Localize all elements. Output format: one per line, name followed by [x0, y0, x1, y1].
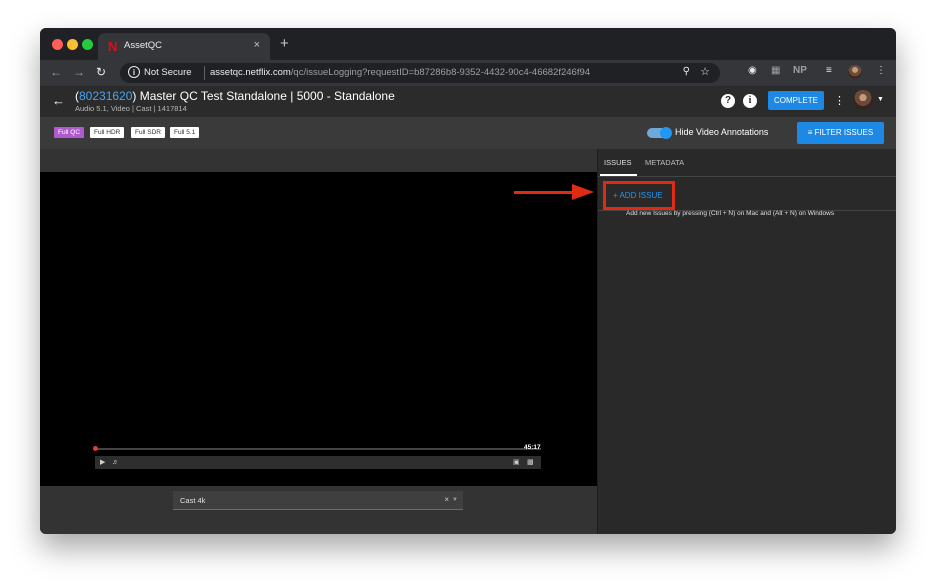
volume-icon[interactable]: ♬: [112, 458, 119, 467]
help-icon[interactable]: ?: [721, 94, 735, 108]
annotation-arrow-head: [572, 184, 594, 200]
chip-full-qc[interactable]: Full QC: [54, 127, 85, 138]
panel-divider: [598, 176, 896, 177]
new-tab-button[interactable]: +: [280, 35, 289, 52]
fullscreen-icon[interactable]: ▩: [527, 458, 534, 467]
chip-full-hdr[interactable]: Full HDR: [90, 127, 125, 138]
minimize-window-button[interactable]: [67, 39, 78, 50]
info-icon[interactable]: i: [128, 66, 140, 78]
shortcut-hint: Add new Issues by pressing (Ctrl + N) on…: [626, 210, 835, 217]
back-icon[interactable]: ←: [50, 65, 62, 79]
player-controls: ▶ ♬ ▣ ▩: [95, 456, 541, 469]
netflix-logo-icon: N: [108, 39, 118, 54]
movie-id-link[interactable]: 80231620: [79, 89, 132, 103]
url-path: /qc/issueLogging?requestID=b87286b8-9352…: [290, 67, 591, 78]
filter-issues-label: FILTER ISSUES: [814, 128, 874, 137]
browser-window: N AssetQC × + ← → ↻ i Not Secure assetqc…: [40, 28, 896, 534]
user-avatar[interactable]: [853, 90, 873, 110]
more-options-icon[interactable]: ⋮: [834, 94, 845, 107]
forward-icon[interactable]: →: [73, 65, 85, 79]
toggle-knob: [660, 127, 672, 139]
add-issue-label: + ADD ISSUE: [613, 191, 663, 200]
progress-track[interactable]: [93, 446, 541, 451]
tab-issues[interactable]: ISSUES: [604, 158, 632, 167]
app-header: ← (80231620) Master QC Test Standalone |…: [40, 86, 896, 117]
browser-tab-strip: N AssetQC × +: [40, 28, 896, 60]
complete-button[interactable]: COMPLETE: [768, 91, 824, 110]
video-top-bar: [40, 149, 597, 172]
chip-full-sdr[interactable]: Full SDR: [131, 127, 166, 138]
filter-icon: ≡: [807, 128, 815, 137]
page-subtitle: Audio 5.1, Video | Cast | 1417814: [75, 104, 187, 113]
browser-tab[interactable]: N AssetQC ×: [98, 33, 270, 60]
close-tab-icon[interactable]: ×: [254, 39, 260, 51]
zoom-search-icon[interactable]: ⚲: [683, 66, 690, 77]
maximize-window-button[interactable]: [82, 39, 93, 50]
page-title: (80231620) Master QC Test Standalone | 5…: [75, 89, 395, 103]
video-player[interactable]: 45:17 ▶ ♬ ▣ ▩: [40, 172, 597, 486]
track-select[interactable]: Cast 4k × ▼: [173, 491, 463, 510]
browser-menu-icon[interactable]: ⋮: [876, 65, 886, 76]
extension-np-icon[interactable]: NP: [793, 65, 807, 76]
clear-icon[interactable]: ×: [444, 495, 449, 504]
qc-filter-bar: Full QC Full HDR Full SDR Full 5.1 Hide …: [40, 117, 896, 149]
subtitles-icon[interactable]: ▣: [513, 458, 520, 467]
address-bar[interactable]: i Not Secure assetqc.netflix.com/qc/issu…: [120, 63, 720, 83]
hide-annotations-label: Hide Video Annotations: [675, 127, 769, 137]
security-label: Not Secure: [144, 67, 192, 78]
reload-icon[interactable]: ↻: [96, 65, 106, 79]
address-divider: [204, 66, 205, 80]
caret-down-icon[interactable]: ▼: [452, 497, 458, 503]
add-issue-button[interactable]: + ADD ISSUE: [603, 181, 675, 210]
chevron-down-icon[interactable]: ▼: [877, 96, 884, 103]
video-bottom-bar: Cast 4k × ▼: [40, 486, 597, 534]
url-host: assetqc.netflix.com: [210, 67, 291, 78]
issues-panel: ISSUES METADATA + ADD ISSUE Add new Issu…: [597, 149, 896, 534]
extension-circle-icon[interactable]: ◉: [748, 65, 757, 76]
title-text: ) Master QC Test Standalone | 5000 - Sta…: [132, 89, 395, 103]
extension-grid-icon[interactable]: ▦: [771, 65, 780, 76]
tab-metadata[interactable]: METADATA: [645, 158, 684, 167]
url-text[interactable]: assetqc.netflix.com/qc/issueLogging?requ…: [210, 67, 590, 78]
bookmark-star-icon[interactable]: ☆: [700, 65, 710, 78]
media-queue-icon[interactable]: ≡: [826, 65, 832, 76]
annotation-arrow: [514, 191, 574, 194]
info-circle-icon[interactable]: i: [743, 94, 757, 108]
profile-avatar-icon[interactable]: [848, 65, 862, 79]
filter-issues-button[interactable]: ≡ FILTER ISSUES: [797, 122, 884, 144]
hide-annotations-toggle[interactable]: [647, 127, 672, 139]
close-window-button[interactable]: [52, 39, 63, 50]
play-icon[interactable]: ▶: [100, 458, 105, 467]
duration-label: 45:17: [524, 444, 541, 451]
track-select-value: Cast 4k: [180, 496, 206, 505]
tab-title: AssetQC: [124, 40, 163, 51]
browser-toolbar: ← → ↻ i Not Secure assetqc.netflix.com/q…: [40, 60, 896, 86]
back-arrow-icon[interactable]: ←: [52, 93, 65, 108]
playhead[interactable]: [93, 446, 98, 451]
chip-full-51[interactable]: Full 5.1: [170, 127, 200, 138]
